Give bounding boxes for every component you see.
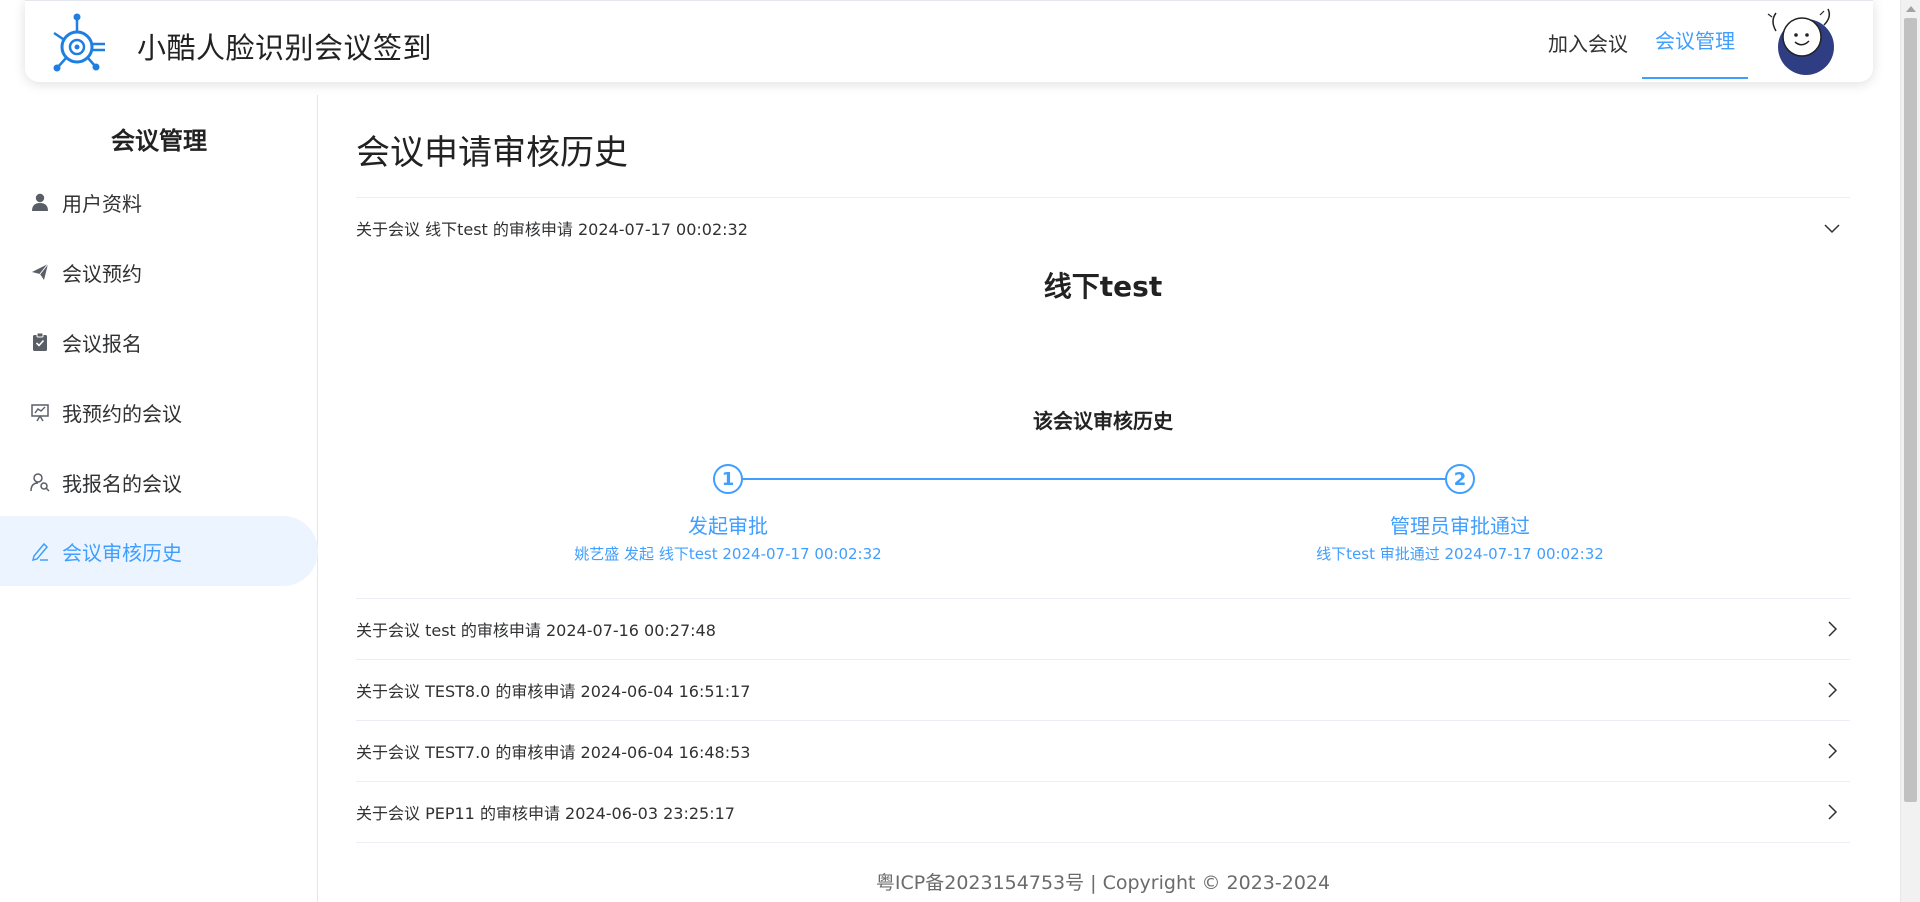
- chevron-down-icon: [1824, 224, 1840, 234]
- chevron-right-icon: [1828, 682, 1838, 698]
- app-title: 小酷人脸识别会议签到: [137, 31, 433, 65]
- scroll-up-arrow-icon[interactable]: [1906, 6, 1916, 12]
- collapse-header[interactable]: 关于会议 test 的审核申请 2024-07-16 00:27:48: [356, 599, 1850, 659]
- send-icon: [32, 263, 49, 280]
- clipboard-icon: [33, 332, 47, 351]
- collapse-header[interactable]: 关于会议 线下test 的审核申请 2024-07-17 00:02:32: [356, 198, 1850, 258]
- collapse-item: 关于会议 test 的审核申请 2024-07-16 00:27:48: [356, 598, 1850, 659]
- meeting-name: 线下test: [1043, 270, 1163, 303]
- footer: 粤ICP备2023154753号 | Copyright © 2023-2024: [875, 872, 1331, 894]
- collapse-header[interactable]: 关于会议 TEST8.0 的审核申请 2024-06-04 16:51:17: [356, 660, 1850, 720]
- collapse-item: 关于会议 TEST8.0 的审核申请 2024-06-04 16:51:17: [356, 659, 1850, 720]
- collapse-item-expanded: 关于会议 线下test 的审核申请 2024-07-17 00:02:32: [356, 197, 1850, 258]
- avatar[interactable]: [1762, 3, 1848, 79]
- sidebar-item-review-history[interactable]: 会议审核历史: [0, 516, 318, 586]
- nav-meeting-management[interactable]: 会议管理: [1642, 1, 1748, 79]
- step-1-circle: 1: [713, 464, 743, 494]
- collapse-title: 关于会议 PEP11 的审核申请 2024-06-03 23:25:17: [356, 804, 735, 823]
- collapse-header[interactable]: 关于会议 PEP11 的审核申请 2024-06-03 23:25:17: [356, 782, 1850, 842]
- sidebar-item-label: 会议预约: [62, 261, 142, 286]
- page-title: 会议申请审核历史: [356, 133, 628, 173]
- app-logo: [53, 13, 105, 72]
- sidebar-item-user-profile[interactable]: 用户资料: [0, 167, 318, 237]
- sidebar-item-label: 用户资料: [62, 191, 142, 216]
- sidebar-item-meeting-booking[interactable]: 会议预约: [0, 237, 318, 307]
- sidebar-item-my-signed-meetings[interactable]: 我报名的会议: [0, 447, 318, 517]
- presentation-icon: [31, 404, 49, 422]
- collapse-item: 关于会议 TEST7.0 的审核申请 2024-06-04 16:48:53: [356, 720, 1850, 781]
- sidebar-item-meeting-signup[interactable]: 会议报名: [0, 307, 318, 377]
- steps-connector: [728, 478, 1460, 480]
- sidebar-item-my-booked-meetings[interactable]: 我预约的会议: [0, 377, 318, 447]
- top-header: 小酷人脸识别会议签到 加入会议 会议管理: [25, 0, 1873, 82]
- collapse-title: 关于会议 test 的审核申请 2024-07-16 00:27:48: [356, 621, 716, 640]
- step-1-desc: 姚艺盛 发起 线下test 2024-07-17 00:02:32: [574, 545, 882, 563]
- user-search-icon: [30, 473, 50, 492]
- collapse-header[interactable]: 关于会议 TEST7.0 的审核申请 2024-06-04 16:48:53: [356, 721, 1850, 781]
- sidebar-item-label: 会议报名: [62, 331, 142, 356]
- chevron-right-icon: [1828, 621, 1838, 637]
- step-2-title: 管理员审批通过: [1390, 514, 1530, 538]
- nav-join-meeting[interactable]: 加入会议: [1548, 1, 1628, 83]
- sidebar-item-label: 我报名的会议: [62, 471, 182, 496]
- step-2-desc: 线下test 审批通过 2024-07-17 00:02:32: [1316, 545, 1604, 563]
- sidebar-item-label: 我预约的会议: [62, 401, 182, 426]
- history-title: 该会议审核历史: [1033, 409, 1173, 433]
- page-scrollbar[interactable]: [1900, 0, 1920, 902]
- chevron-right-icon: [1828, 804, 1838, 820]
- step-2-circle: 2: [1445, 464, 1475, 494]
- edit-pen-icon: [31, 542, 49, 561]
- collapse-item: 关于会议 PEP11 的审核申请 2024-06-03 23:25:17: [356, 781, 1850, 843]
- user-icon: [32, 193, 48, 211]
- scroll-thumb[interactable]: [1904, 18, 1917, 802]
- collapse-title: 关于会议 线下test 的审核申请 2024-07-17 00:02:32: [356, 220, 748, 239]
- sidebar-title: 会议管理: [111, 126, 207, 155]
- sidebar: 会议管理 用户资料 会议预约 会议报名 我预约的会议 我报名的会议 会议审核历史: [0, 95, 318, 902]
- sidebar-item-label: 会议审核历史: [62, 540, 182, 565]
- chevron-right-icon: [1828, 743, 1838, 759]
- collapse-title: 关于会议 TEST7.0 的审核申请 2024-06-04 16:48:53: [356, 743, 751, 762]
- collapse-title: 关于会议 TEST8.0 的审核申请 2024-06-04 16:51:17: [356, 682, 751, 701]
- step-1-title: 发起审批: [688, 514, 768, 538]
